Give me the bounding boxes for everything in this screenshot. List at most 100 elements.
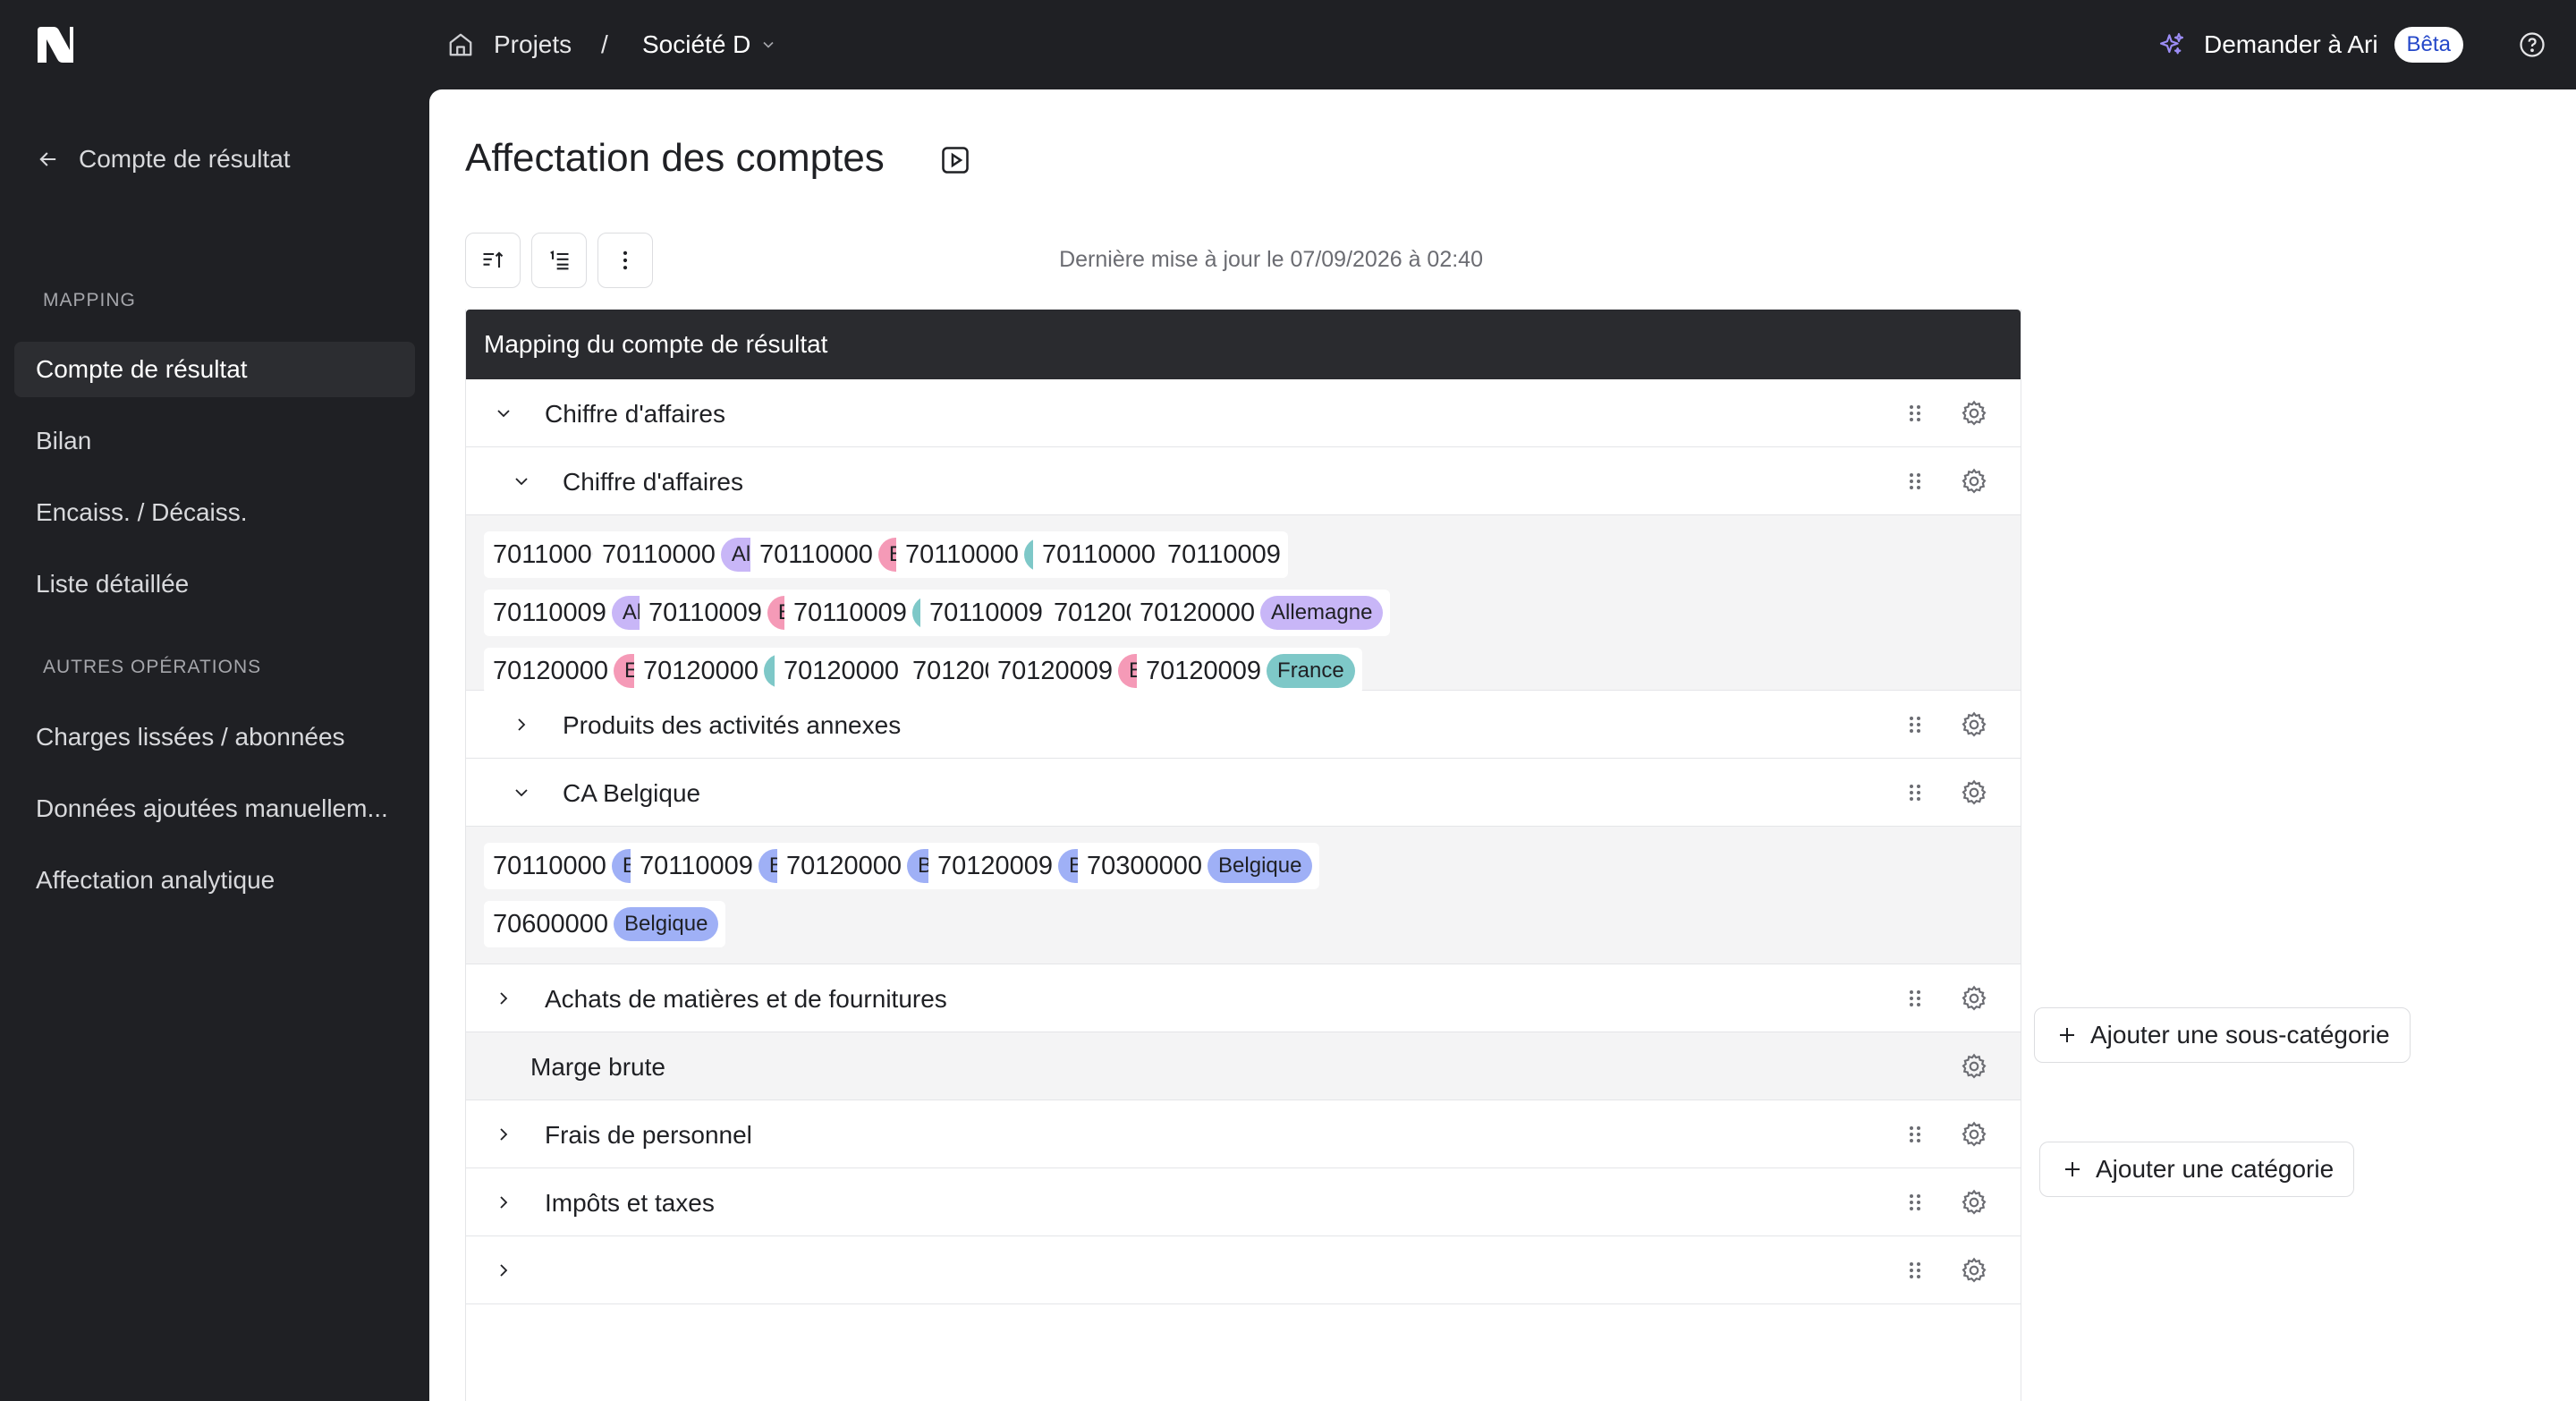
numbered-list-button[interactable] <box>531 233 587 288</box>
chevron-right-icon[interactable] <box>493 988 514 1009</box>
gear-icon[interactable] <box>1960 778 1988 807</box>
account-chip[interactable]: 70600000 Belgique <box>484 901 726 947</box>
account-chip[interactable]: 70120000 Allemagne <box>1131 590 1391 636</box>
account-code: 70120009 <box>1146 656 1262 685</box>
more-vertical-icon <box>623 250 628 270</box>
drag-handle-icon[interactable] <box>1907 1124 1923 1145</box>
beta-badge: Bêta <box>2394 27 2463 63</box>
top-bar: Projets / Société D Demander à Ari Bêta <box>0 0 2576 89</box>
account-code: 70110000 <box>1042 539 1156 569</box>
category-row-achats[interactable]: Achats de matières et de fournitures <box>466 964 2021 1032</box>
row-label: Marge brute <box>530 1053 665 1081</box>
row-label: Frais de personnel <box>545 1121 752 1149</box>
gear-icon[interactable] <box>1960 984 1988 1013</box>
account-code: 70300000 <box>1087 851 1203 880</box>
chevron-right-icon[interactable] <box>493 1260 514 1281</box>
company-name: Société D <box>642 30 751 58</box>
gear-icon[interactable] <box>1960 1188 1988 1217</box>
chevron-down-icon[interactable] <box>493 403 514 424</box>
drag-handle-icon[interactable] <box>1907 714 1923 735</box>
chevron-right-icon[interactable] <box>493 1192 514 1213</box>
breadcrumb-separator: / <box>601 30 608 58</box>
sidebar-item-affectation-analytique[interactable]: Affectation analytique <box>14 853 415 908</box>
breadcrumb-home[interactable]: Projets <box>447 27 572 63</box>
numbered-list-icon <box>550 250 569 270</box>
account-code: 70120009 <box>937 851 1054 880</box>
add-category-label: Ajouter une catégorie <box>2096 1155 2334 1183</box>
account-chip[interactable]: 70110009 <box>1158 531 1288 578</box>
account-code: 70110000 <box>905 539 1019 569</box>
add-subcategory-label: Ajouter une sous-catégorie <box>2090 1021 2390 1049</box>
account-code: 70110009 <box>1167 539 1281 569</box>
sort-button[interactable] <box>465 233 521 288</box>
category-row-chiffre-affaires[interactable]: Chiffre d'affaires <box>466 379 2021 447</box>
mapping-table: Mapping du compte de résultat Chiffre d'… <box>465 310 2021 1401</box>
more-options-button[interactable] <box>597 233 653 288</box>
chevron-right-icon[interactable] <box>511 714 532 735</box>
account-code: 70120000 <box>784 656 900 685</box>
chevron-down-icon[interactable] <box>511 471 532 492</box>
section-other-operations: AUTRES OPÉRATIONS <box>43 657 262 677</box>
category-row-frais-personnel[interactable]: Frais de personnel <box>466 1100 2021 1168</box>
account-code: 70120000 <box>786 851 902 880</box>
gear-icon[interactable] <box>1960 710 1988 739</box>
subtotal-row-marge-brute[interactable]: Marge brute <box>466 1032 2021 1100</box>
account-code: 70110000 <box>493 851 606 880</box>
drag-handle-icon[interactable] <box>1907 782 1923 803</box>
row-label: Chiffre d'affaires <box>563 468 743 496</box>
row-label: CA Belgique <box>563 779 701 807</box>
gear-icon[interactable] <box>1960 399 1988 428</box>
sidebar-item-encaissements[interactable]: Encaiss. / Décaiss. <box>14 485 415 540</box>
add-category-button[interactable]: Ajouter une catégorie <box>2039 1142 2355 1197</box>
back-link[interactable]: Compte de résultat <box>36 145 291 174</box>
help-icon[interactable] <box>2519 31 2546 58</box>
category-row-next[interactable] <box>466 1236 2021 1304</box>
subcategory-row-ca-belgique[interactable]: CA Belgique <box>466 759 2021 827</box>
account-code: 70120000 <box>1140 598 1256 627</box>
account-code: 70110000 <box>759 539 873 569</box>
drag-handle-icon[interactable] <box>1907 1192 1923 1213</box>
account-code: 70110009 <box>648 598 762 627</box>
account-chip[interactable]: 70300000 Belgique <box>1078 843 1320 889</box>
app-logo[interactable] <box>36 25 75 64</box>
company-selector[interactable]: Société D <box>642 27 777 63</box>
subcategory-row-produits-annexes[interactable]: Produits des activités annexes <box>466 691 2021 759</box>
category-row-impots-taxes[interactable]: Impôts et taxes <box>466 1168 2021 1236</box>
account-code: 70120000 <box>643 656 759 685</box>
sidebar-item-liste-detaillee[interactable]: Liste détaillée <box>14 556 415 612</box>
chevron-right-icon[interactable] <box>493 1124 514 1145</box>
drag-handle-icon[interactable] <box>1907 403 1923 424</box>
sidebar-item-donnees-ajoutees[interactable]: Données ajoutées manuellem... <box>14 781 415 836</box>
back-link-label: Compte de résultat <box>79 145 291 173</box>
sparkle-icon <box>2159 32 2184 55</box>
sort-icon <box>483 251 504 268</box>
drag-handle-icon[interactable] <box>1907 471 1923 492</box>
last-updated: Dernière mise à jour le 07/09/2026 à 02:… <box>1059 247 1483 272</box>
country-badge: Belgique <box>1208 849 1313 883</box>
page-title: Affectation des comptes <box>465 136 885 180</box>
gear-icon[interactable] <box>1960 467 1988 496</box>
chevron-down-icon[interactable] <box>511 782 532 803</box>
arrow-left-icon <box>39 152 56 166</box>
country-badge: Belgique <box>614 907 719 941</box>
drag-handle-icon[interactable] <box>1907 988 1923 1009</box>
video-play-icon[interactable] <box>939 144 971 176</box>
breadcrumb-projects[interactable]: Projets <box>494 30 572 59</box>
sidebar-item-charges-lissees[interactable]: Charges lissées / abonnées <box>14 709 415 765</box>
account-chip[interactable]: 70120009 France <box>1137 648 1362 694</box>
gear-icon[interactable] <box>1960 1256 1988 1285</box>
ask-ari-button[interactable]: Demander à Ari Bêta <box>2157 27 2463 63</box>
drag-handle-icon[interactable] <box>1907 1260 1923 1281</box>
sidebar-item-compte-de-resultat[interactable]: Compte de résultat <box>14 342 415 397</box>
account-code: 70110009 <box>640 851 753 880</box>
gear-icon[interactable] <box>1960 1120 1988 1149</box>
account-code: 70110000 <box>493 539 606 569</box>
gear-icon[interactable] <box>1960 1052 1988 1081</box>
sidebar-item-bilan[interactable]: Bilan <box>14 413 415 469</box>
account-tags-chiffre-affaires: 7011000070110000Allemagne70110000Espagne… <box>466 515 2021 811</box>
account-code: 70600000 <box>493 909 609 938</box>
row-label: Produits des activités annexes <box>563 711 902 739</box>
add-subcategory-button[interactable]: Ajouter une sous-catégorie <box>2034 1007 2411 1063</box>
chevron-down-icon <box>763 41 774 48</box>
subcategory-row-chiffre-affaires[interactable]: Chiffre d'affaires <box>466 447 2021 515</box>
